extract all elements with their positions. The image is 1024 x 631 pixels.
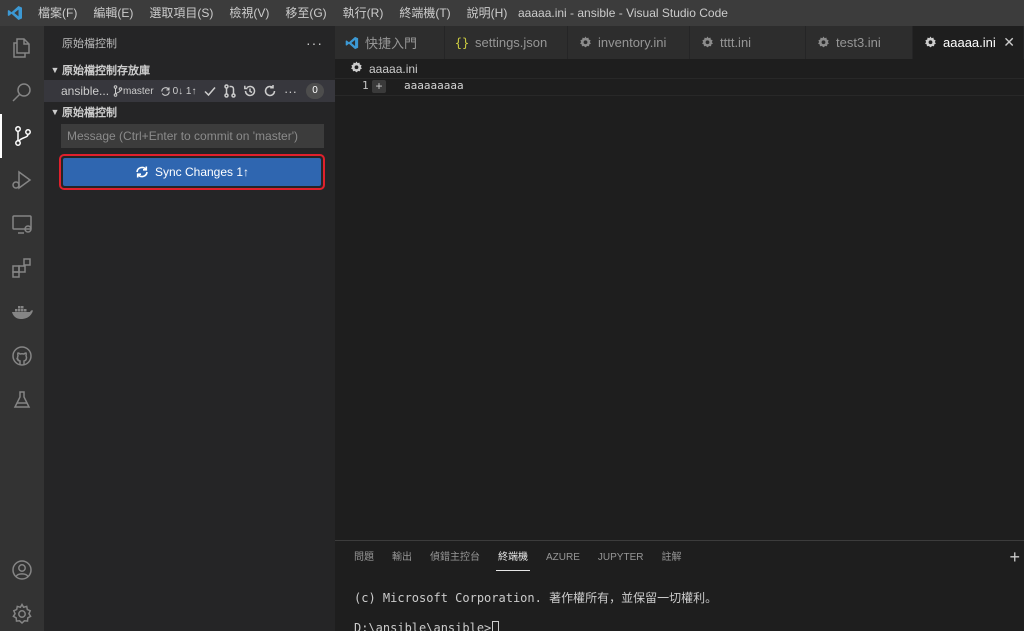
docker-icon[interactable]: [0, 290, 44, 334]
scm-section-label: 原始檔控制: [62, 107, 117, 119]
scm-section-header[interactable]: ▼ 原始檔控制: [44, 102, 335, 122]
branch-indicator[interactable]: master: [113, 85, 154, 97]
sync-icon: [136, 166, 148, 178]
menu-selection[interactable]: 選取項目(S): [141, 0, 221, 26]
tab-settings-json[interactable]: {} settings.json: [445, 26, 568, 59]
sidebar: 原始檔控制 ··· ▼ 原始檔控制存放庫 ansible... master 0…: [44, 26, 335, 631]
bottom-panel: 問題 輸出 偵錯主控台 終端機 AZURE JUPYTER 註解 + (c) M…: [335, 540, 1024, 631]
new-terminal-plus-icon[interactable]: +: [1009, 547, 1020, 567]
code-line[interactable]: aaaaaaaaa: [404, 79, 464, 92]
sync-status[interactable]: 0↓ 1↑: [160, 85, 197, 97]
chevron-down-icon: ▼: [50, 107, 60, 117]
menu-edit[interactable]: 編輯(E): [85, 0, 141, 26]
sidebar-header: 原始檔控制 ···: [44, 26, 335, 60]
panel-tab-terminal[interactable]: 終端機: [489, 547, 537, 573]
terminal-line: (c) Microsoft Corporation. 著作權所有，並保留一切權利…: [354, 591, 718, 605]
menu-help[interactable]: 說明(H): [459, 0, 516, 26]
terminal-prompt-text: D:\ansible\ansible>: [354, 621, 492, 631]
panel-tab-output[interactable]: 輸出: [383, 547, 421, 573]
explorer-icon[interactable]: [0, 26, 44, 70]
tab-welcome[interactable]: 快捷入門: [335, 26, 445, 59]
breadcrumb-file[interactable]: aaaaa.ini: [369, 62, 418, 76]
tab-label: inventory.ini: [598, 35, 667, 50]
more-icon[interactable]: ···: [280, 80, 300, 102]
tab-aaaaa-ini[interactable]: aaaaa.ini ✕: [913, 26, 1024, 59]
account-icon[interactable]: [0, 548, 44, 592]
panel-tab-jupyter[interactable]: JUPYTER: [589, 547, 653, 573]
vscode-icon: [345, 36, 359, 50]
menu-file[interactable]: 檔案(F): [30, 0, 85, 26]
github-icon[interactable]: [0, 334, 44, 378]
tab-label: 快捷入門: [365, 36, 418, 51]
close-icon[interactable]: ✕: [1003, 34, 1015, 51]
gear-icon: [923, 36, 937, 50]
chevron-down-icon: ▼: [50, 65, 60, 75]
gear-icon: [578, 36, 592, 50]
branch-name: master: [123, 85, 154, 97]
menu-go[interactable]: 移至(G): [277, 0, 334, 26]
sidebar-title: 原始檔控制: [62, 38, 117, 50]
activity-bar: [0, 26, 44, 631]
tab-inventory-ini[interactable]: inventory.ini: [568, 26, 690, 59]
sync-counts: 0↓ 1↑: [172, 85, 197, 97]
repos-section-label: 原始檔控制存放庫: [62, 65, 150, 77]
breadcrumb[interactable]: aaaaa.ini: [350, 60, 418, 78]
tab-label: test3.ini: [836, 35, 881, 50]
diff-added-icon[interactable]: +: [372, 80, 386, 93]
terminal-cursor: [492, 621, 500, 631]
search-icon[interactable]: [0, 70, 44, 114]
title-bar: 檔案(F) 編輯(E) 選取項目(S) 檢視(V) 移至(G) 執行(R) 終端…: [0, 0, 1024, 26]
settings-gear-icon[interactable]: [0, 592, 44, 631]
menu-run[interactable]: 執行(R): [335, 0, 392, 26]
editor-tabs: 快捷入門 {} settings.json inventory.ini tttt…: [335, 26, 1024, 59]
refresh-icon[interactable]: [260, 80, 280, 102]
json-braces-icon: {}: [454, 35, 470, 50]
more-actions-icon[interactable]: ···: [306, 35, 323, 51]
panel-tabs: 問題 輸出 偵錯主控台 終端機 AZURE JUPYTER 註解: [345, 547, 690, 573]
repo-row[interactable]: ansible... master 0↓ 1↑ ··· 0: [44, 80, 335, 102]
branch-icon: [113, 85, 123, 97]
tab-tttt-ini[interactable]: tttt.ini: [690, 26, 806, 59]
repo-name: ansible...: [61, 84, 110, 98]
source-control-icon[interactable]: [0, 114, 44, 158]
window-title: aaaaa.ini - ansible - Visual Studio Code: [518, 6, 728, 20]
tab-label: tttt.ini: [720, 35, 752, 50]
commit-check-icon[interactable]: [200, 80, 220, 102]
sync-changes-button[interactable]: Sync Changes 1↑: [63, 158, 321, 186]
sync-icon: [160, 86, 170, 96]
panel-tab-debug-console[interactable]: 偵錯主控台: [421, 547, 489, 573]
tab-label: settings.json: [475, 35, 548, 50]
repos-section-header[interactable]: ▼ 原始檔控制存放庫: [44, 60, 335, 80]
line-number: 1: [362, 79, 369, 92]
menu-bar: 檔案(F) 編輯(E) 選取項目(S) 檢視(V) 移至(G) 執行(R) 終端…: [30, 0, 515, 26]
run-debug-icon[interactable]: [0, 158, 44, 202]
sync-changes-label: Sync Changes 1↑: [154, 165, 250, 179]
commit-message-input[interactable]: [61, 124, 324, 148]
tab-test3-ini[interactable]: test3.ini: [806, 26, 913, 59]
panel-tab-problems[interactable]: 問題: [345, 547, 383, 573]
vscode-logo-icon: [0, 0, 30, 26]
history-icon[interactable]: [240, 80, 260, 102]
gear-icon: [350, 61, 363, 77]
gear-icon: [700, 36, 714, 50]
panel-tab-azure[interactable]: AZURE: [537, 547, 589, 573]
terminal-prompt[interactable]: D:\ansible\ansible>: [354, 621, 500, 631]
panel-tab-comments[interactable]: 註解: [652, 547, 690, 573]
tab-label: aaaaa.ini: [943, 35, 996, 50]
changes-count-badge: 0: [306, 83, 324, 99]
extensions-icon[interactable]: [0, 246, 44, 290]
test-icon[interactable]: [0, 378, 44, 422]
menu-view[interactable]: 檢視(V): [221, 0, 277, 26]
create-pull-request-icon[interactable]: [220, 80, 240, 102]
remote-explorer-icon[interactable]: [0, 202, 44, 246]
gear-icon: [816, 36, 830, 50]
menu-terminal[interactable]: 終端機(T): [391, 0, 458, 26]
